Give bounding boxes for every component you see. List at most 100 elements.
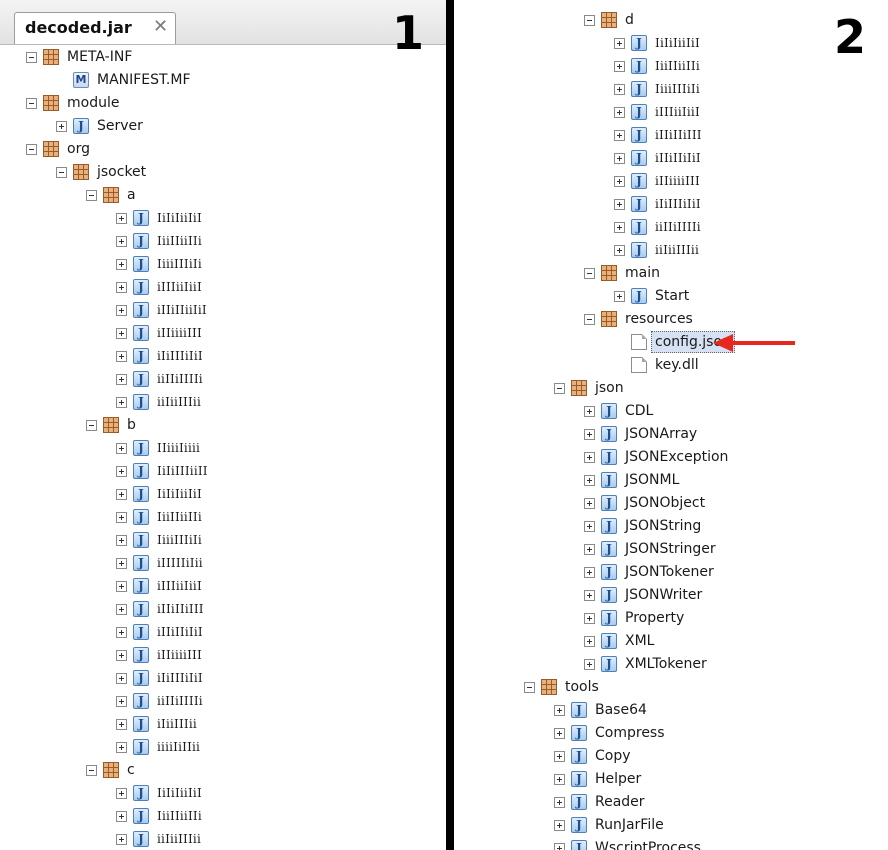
expand-icon[interactable] bbox=[614, 152, 625, 164]
expand-icon[interactable] bbox=[614, 175, 625, 187]
expand-icon[interactable] bbox=[116, 212, 127, 224]
tree-node-iiiiiiiiii[interactable]: J IiiIIiiIIi bbox=[116, 230, 202, 252]
expand-icon[interactable] bbox=[116, 810, 127, 822]
tree-node-jsonstringer[interactable]: J JSONStringer bbox=[584, 538, 716, 560]
tree-node-iiiiiiiiii[interactable]: J IiiIIiiIIi bbox=[116, 506, 202, 528]
tree-node-server[interactable]: J Server bbox=[56, 115, 143, 137]
collapse-icon[interactable] bbox=[584, 313, 595, 325]
expand-icon[interactable] bbox=[116, 626, 127, 638]
tree-node-a[interactable]: a bbox=[86, 184, 136, 206]
tree-node-iiiiiiiiii[interactable]: J IiIiIiiIiI bbox=[116, 207, 202, 229]
tree-node-json[interactable]: json bbox=[554, 377, 624, 399]
tree-node-iiiiiiiiii[interactable]: JiIIiIIiIiI bbox=[116, 621, 203, 643]
expand-icon[interactable] bbox=[584, 543, 595, 555]
tree-node-iiiiiiiiii[interactable]: JiIIiIIiIII bbox=[116, 598, 204, 620]
tree-node-meta-inf[interactable]: META-INF bbox=[26, 46, 132, 68]
collapse-icon[interactable] bbox=[56, 166, 67, 178]
expand-icon[interactable] bbox=[116, 258, 127, 270]
tree-node-iiiiiiiiii[interactable]: J IiiIIiiIIi bbox=[116, 805, 202, 827]
collapse-icon[interactable] bbox=[86, 419, 97, 431]
tree-node-iiiiiiiiii[interactable]: JiIiIIIiIiI bbox=[116, 667, 203, 689]
expand-icon[interactable] bbox=[614, 221, 625, 233]
expand-icon[interactable] bbox=[554, 750, 565, 762]
tree-node-iiiiiiiii[interactable]: JiIiiIIIii bbox=[116, 713, 197, 735]
tree-node-jsonstring[interactable]: J JSONString bbox=[584, 515, 701, 537]
tree-node-xmltokener[interactable]: J XMLTokener bbox=[584, 653, 707, 675]
expand-icon[interactable] bbox=[584, 566, 595, 578]
expand-icon[interactable] bbox=[614, 290, 625, 302]
expand-icon[interactable] bbox=[614, 83, 625, 95]
tree-node-runjarfile[interactable]: J RunJarFile bbox=[554, 814, 664, 836]
expand-icon[interactable] bbox=[584, 428, 595, 440]
tree-node-module[interactable]: module bbox=[26, 92, 119, 114]
expand-icon[interactable] bbox=[584, 612, 595, 624]
collapse-icon[interactable] bbox=[26, 143, 37, 155]
tree-node-cdl[interactable]: J CDL bbox=[584, 400, 653, 422]
expand-icon[interactable] bbox=[116, 557, 127, 569]
expand-icon[interactable] bbox=[116, 511, 127, 523]
tree-node-iiiiiiiiii[interactable]: J IiiiIIIiIi bbox=[116, 529, 202, 551]
tree-node-key-dll[interactable]: key.dll bbox=[614, 354, 699, 376]
tree-node-iiiiiiiiii[interactable]: JiIIiiiiIII bbox=[116, 322, 202, 344]
tree-node-d[interactable]: d bbox=[584, 9, 634, 31]
expand-icon[interactable] bbox=[116, 695, 127, 707]
expand-icon[interactable] bbox=[614, 37, 625, 49]
tree-node-iiiiiiiiii[interactable]: JiIIIIIiIii bbox=[116, 552, 203, 574]
expand-icon[interactable] bbox=[116, 304, 127, 316]
expand-icon[interactable] bbox=[116, 465, 127, 477]
expand-icon[interactable] bbox=[116, 350, 127, 362]
tree-node-iiiiiiiiii[interactable]: J IiIiIiiIiI bbox=[614, 32, 700, 54]
expand-icon[interactable] bbox=[116, 281, 127, 293]
expand-icon[interactable] bbox=[614, 129, 625, 141]
tree-node-iiiiiiiiii[interactable]: JiiIiiIIIii bbox=[116, 828, 201, 850]
expand-icon[interactable] bbox=[614, 106, 625, 118]
expand-icon[interactable] bbox=[116, 327, 127, 339]
tree-node-iiiiiiiiii[interactable]: J IiIiIiiIiI bbox=[116, 483, 202, 505]
collapse-icon[interactable] bbox=[554, 382, 565, 394]
tree-node-jsonwriter[interactable]: J JSONWriter bbox=[584, 584, 702, 606]
tree-node-jsonobject[interactable]: J JSONObject bbox=[584, 492, 705, 514]
expand-icon[interactable] bbox=[116, 580, 127, 592]
tree-node-jsontokener[interactable]: J JSONTokener bbox=[584, 561, 714, 583]
collapse-icon[interactable] bbox=[584, 267, 595, 279]
expand-icon[interactable] bbox=[614, 60, 625, 72]
tree-node-iiiiiiiiii[interactable]: JiIiIIIiIiI bbox=[116, 345, 203, 367]
expand-icon[interactable] bbox=[116, 235, 127, 247]
tree-node-jsonexception[interactable]: J JSONException bbox=[584, 446, 728, 468]
tree-node-iiiiiiiiii[interactable]: JiIIiiiiIII bbox=[614, 170, 700, 192]
tree-node-c[interactable]: c bbox=[86, 759, 135, 781]
expand-icon[interactable] bbox=[554, 727, 565, 739]
expand-icon[interactable] bbox=[116, 396, 127, 408]
expand-icon[interactable] bbox=[554, 773, 565, 785]
tree-node-main[interactable]: main bbox=[584, 262, 660, 284]
expand-icon[interactable] bbox=[584, 520, 595, 532]
tree-node-compress[interactable]: J Compress bbox=[554, 722, 665, 744]
collapse-icon[interactable] bbox=[26, 97, 37, 109]
tree-node-wscriptprocess[interactable]: J WscriptProcess bbox=[554, 837, 701, 850]
tree-node-iiiiiiiiii[interactable]: JiIIiiiiIII bbox=[116, 644, 202, 666]
expand-icon[interactable] bbox=[116, 741, 127, 753]
tree-node-iiiiiiiiii[interactable]: JiIIIiiIiiI bbox=[116, 575, 202, 597]
expand-icon[interactable] bbox=[584, 658, 595, 670]
tree-node-iiiiiiiiii[interactable]: JiiIiiIIIii bbox=[614, 239, 699, 261]
expand-icon[interactable] bbox=[584, 451, 595, 463]
expand-icon[interactable] bbox=[116, 787, 127, 799]
expand-icon[interactable] bbox=[116, 442, 127, 454]
tree-node-base64[interactable]: J Base64 bbox=[554, 699, 647, 721]
expand-icon[interactable] bbox=[614, 244, 625, 256]
tree-node-xml[interactable]: J XML bbox=[584, 630, 654, 652]
expand-icon[interactable] bbox=[554, 842, 565, 850]
tree-node-iiiiiiiiii[interactable]: JiiIIiIIIIi bbox=[116, 368, 203, 390]
tree-node-iiiiiiiiii[interactable]: JiIiIIIiIiI bbox=[614, 193, 701, 215]
tree-node-copy[interactable]: J Copy bbox=[554, 745, 631, 767]
tree-node-iiiiiiiiii[interactable]: JiiIIiIIIIi bbox=[614, 216, 701, 238]
expand-icon[interactable] bbox=[116, 649, 127, 661]
tree-node-iiiiiiiiii[interactable]: J IIiiiIiiii bbox=[116, 437, 200, 459]
tree-node-helper[interactable]: J Helper bbox=[554, 768, 641, 790]
tree-node-property[interactable]: J Property bbox=[584, 607, 684, 629]
expand-icon[interactable] bbox=[116, 488, 127, 500]
tree-node-iiiiiiiiiii[interactable]: J IiIiIIIiiII bbox=[116, 460, 208, 482]
expand-icon[interactable] bbox=[554, 819, 565, 831]
expand-icon[interactable] bbox=[116, 373, 127, 385]
expand-icon[interactable] bbox=[56, 120, 67, 132]
